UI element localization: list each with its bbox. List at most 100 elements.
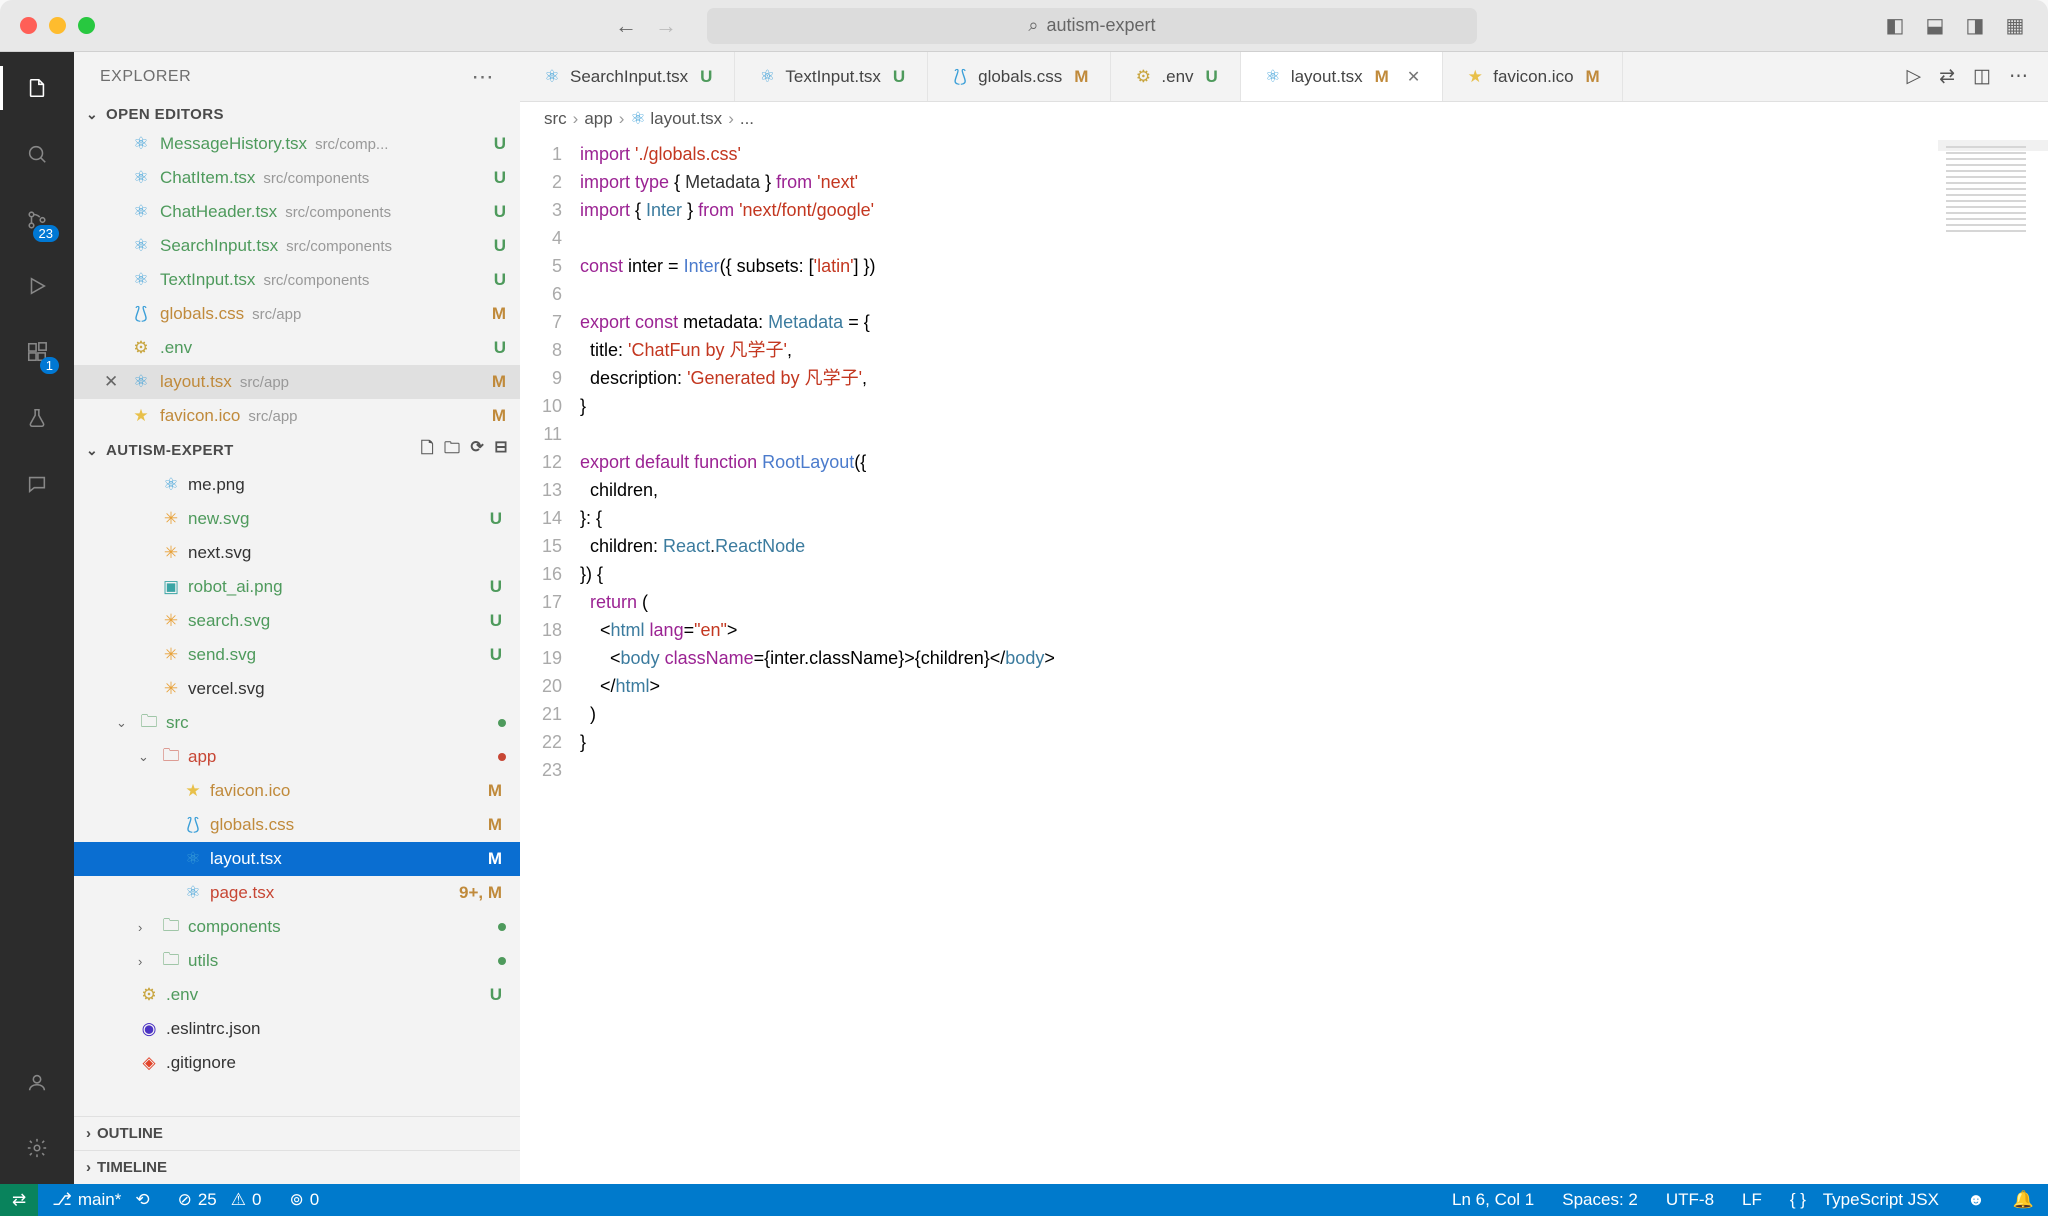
ports-indicator[interactable]: ⊚ 0 (275, 1184, 333, 1216)
timeline-header[interactable]: › TIMELINE (74, 1150, 520, 1184)
minimap[interactable] (1938, 140, 2048, 280)
settings-icon[interactable] (19, 1130, 55, 1166)
project-header[interactable]: ⌄ AUTISM-EXPERT 🗋 🗀 ⟳ ⊟ (74, 433, 520, 468)
feedback-icon[interactable]: ☻ (1953, 1190, 1999, 1210)
code-editor[interactable]: 1234567891011121314151617181920212223 im… (520, 136, 2048, 1184)
run-icon[interactable]: ▷ (1907, 65, 1922, 88)
new-folder-icon[interactable]: 🗀 (444, 437, 460, 464)
file-status: U (494, 236, 506, 256)
open-editor-item[interactable]: ✕ ⚙ .env U (74, 331, 520, 365)
editor-tab[interactable]: ★ favicon.ico M (1443, 52, 1623, 101)
file-name: TextInput.tsx (160, 270, 255, 290)
editor-tab[interactable]: ⚛ SearchInput.tsx U (520, 52, 735, 101)
file-item[interactable]: ✳ next.svg (74, 536, 520, 570)
file-item[interactable]: ⚛ page.tsx 9+, M (74, 876, 520, 910)
source-control-icon[interactable]: 23 (19, 202, 55, 238)
refresh-icon[interactable]: ⟳ (470, 437, 484, 464)
split-icon[interactable]: ◫ (1973, 65, 1991, 88)
breadcrumb[interactable]: src›app›⚛ layout.tsx›... (520, 102, 2048, 136)
customize-layout-icon[interactable]: ▦ (2002, 13, 2028, 38)
file-item[interactable]: ◉ .eslintrc.json (74, 1012, 520, 1046)
run-debug-icon[interactable] (19, 268, 55, 304)
close-window[interactable] (20, 17, 37, 34)
indentation[interactable]: Spaces: 2 (1548, 1190, 1652, 1210)
diff-icon[interactable]: ⇄ (1939, 65, 1955, 88)
editor-tab[interactable]: ⚛ TextInput.tsx U (735, 52, 928, 101)
tab-name: favicon.ico (1493, 67, 1573, 87)
file-item[interactable]: ⚙ .env U (74, 978, 520, 1012)
file-name: layout.tsx (160, 372, 232, 392)
open-editor-item[interactable]: ✕ ★ favicon.ico src/app M (74, 399, 520, 433)
file-item[interactable]: ⚛ me.png (74, 468, 520, 502)
eol[interactable]: LF (1728, 1190, 1776, 1210)
remote-indicator[interactable]: ⇄ (0, 1184, 38, 1216)
command-center[interactable]: ⌕ autism-expert (707, 8, 1477, 44)
account-icon[interactable] (19, 1064, 55, 1100)
file-icon: ★ (182, 781, 204, 801)
open-editor-item[interactable]: ✕ ⚛ MessageHistory.tsx src/comp... U (74, 127, 520, 161)
code-lines[interactable]: import './globals.css'import type { Meta… (580, 136, 2048, 1184)
open-editor-item[interactable]: ✕ ⚛ SearchInput.tsx src/components U (74, 229, 520, 263)
folder-item[interactable]: ⌄ 🗀 src (74, 706, 520, 740)
file-name: ChatHeader.tsx (160, 202, 277, 222)
open-editor-item[interactable]: ✕ ⚛ layout.tsx src/app M (74, 365, 520, 399)
open-editor-item[interactable]: ✕ ⚛ ChatItem.tsx src/components U (74, 161, 520, 195)
toggle-secondary-sidebar-icon[interactable]: ◨ (1962, 13, 1988, 38)
file-tree: ⚛ me.png ✳ new.svg U ✳ next.svg ▣ robot_… (74, 468, 520, 1116)
close-icon[interactable]: ✕ (104, 372, 122, 392)
file-item[interactable]: ⚛ layout.tsx M (74, 842, 520, 876)
file-name: search.svg (188, 611, 270, 631)
new-file-icon[interactable]: 🗋 (421, 437, 434, 464)
editor-tab[interactable]: ⟅⟆ globals.css M (928, 52, 1111, 101)
file-name: .gitignore (166, 1053, 236, 1073)
problems-indicator[interactable]: ⊘ 25 ⚠ 0 (164, 1184, 276, 1216)
more-icon[interactable]: ⋯ (472, 64, 495, 90)
file-name: MessageHistory.tsx (160, 134, 307, 154)
file-item[interactable]: ◈ .gitignore (74, 1046, 520, 1080)
change-dot (498, 719, 506, 727)
file-name: favicon.ico (210, 781, 290, 801)
extensions-icon[interactable]: 1 (19, 334, 55, 370)
open-editor-item[interactable]: ✕ ⚛ TextInput.tsx src/components U (74, 263, 520, 297)
cursor-position[interactable]: Ln 6, Col 1 (1438, 1190, 1548, 1210)
maximize-window[interactable] (78, 17, 95, 34)
outline-header[interactable]: › OUTLINE (74, 1116, 520, 1150)
chevron-down-icon: ⌄ (86, 442, 106, 459)
file-item[interactable]: ✳ search.svg U (74, 604, 520, 638)
file-item[interactable]: ✳ new.svg U (74, 502, 520, 536)
editor-tab[interactable]: ⚙ .env U (1111, 52, 1240, 101)
open-editor-item[interactable]: ✕ ⟅⟆ globals.css src/app M (74, 297, 520, 331)
more-icon[interactable]: ⋯ (2009, 65, 2028, 88)
breadcrumb-item[interactable]: ... (740, 109, 754, 129)
toggle-primary-sidebar-icon[interactable]: ◧ (1882, 13, 1908, 38)
chat-icon[interactable] (19, 466, 55, 502)
toggle-panel-icon[interactable]: ⬓ (1922, 13, 1948, 38)
breadcrumb-item[interactable]: app (584, 109, 612, 129)
folder-item[interactable]: › 🗀 components (74, 910, 520, 944)
folder-item[interactable]: ⌄ 🗀 app (74, 740, 520, 774)
branch-indicator[interactable]: ⎇ main* ⟲ (38, 1184, 163, 1216)
open-editors-header[interactable]: ⌄ OPEN EDITORS (74, 102, 520, 127)
search-icon[interactable] (19, 136, 55, 172)
file-item[interactable]: ✳ send.svg U (74, 638, 520, 672)
collapse-icon[interactable]: ⊟ (494, 437, 508, 464)
nav-back-icon[interactable]: ← (615, 13, 637, 39)
file-name: next.svg (188, 543, 251, 563)
breadcrumb-item[interactable]: src (544, 109, 567, 129)
language-mode[interactable]: { } TypeScript JSX (1776, 1190, 1953, 1210)
file-item[interactable]: ★ favicon.ico M (74, 774, 520, 808)
minimize-window[interactable] (49, 17, 66, 34)
testing-icon[interactable] (19, 400, 55, 436)
file-item[interactable]: ✳ vercel.svg (74, 672, 520, 706)
notifications-icon[interactable]: 🔔 (1999, 1190, 2048, 1210)
file-item[interactable]: ▣ robot_ai.png U (74, 570, 520, 604)
explorer-icon[interactable] (19, 70, 55, 106)
open-editor-item[interactable]: ✕ ⚛ ChatHeader.tsx src/components U (74, 195, 520, 229)
breadcrumb-item[interactable]: ⚛ layout.tsx (630, 109, 722, 129)
close-icon[interactable]: ✕ (1407, 67, 1420, 87)
folder-item[interactable]: › 🗀 utils (74, 944, 520, 978)
encoding[interactable]: UTF-8 (1652, 1190, 1728, 1210)
nav-forward-icon[interactable]: → (655, 13, 677, 39)
editor-tab[interactable]: ⚛ layout.tsx M ✕ (1241, 52, 1443, 101)
file-item[interactable]: ⟅⟆ globals.css M (74, 808, 520, 842)
